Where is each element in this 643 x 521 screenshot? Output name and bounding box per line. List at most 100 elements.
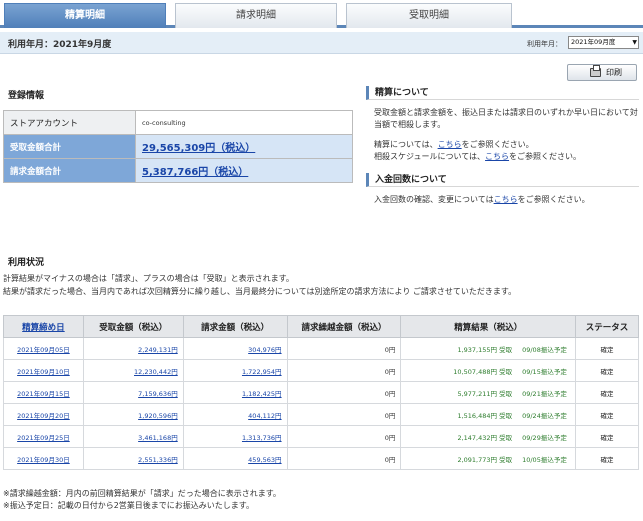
received-link[interactable]: 12,230,442円	[134, 368, 178, 376]
period-title: 利用年月：2021年9月度	[8, 40, 112, 50]
print-button[interactable]: 印刷	[567, 64, 637, 81]
billed-link[interactable]: 1,182,425円	[242, 390, 282, 398]
period-bar: 利用年月：2021年9月度 利用年月： 2021年09月度 ▼	[0, 32, 643, 54]
billed-cell: 304,976円	[182, 337, 288, 360]
status-cell: 確定	[575, 403, 639, 426]
schedule-link[interactable]: こちら	[485, 152, 509, 161]
received-cell: 7,159,636円	[82, 381, 184, 404]
period-select-label: 利用年月：	[527, 40, 562, 48]
settlement-link[interactable]: こちら	[438, 140, 462, 149]
received-link[interactable]: 1,920,596円	[138, 412, 178, 420]
billed-total-label: 請求金額合計	[3, 158, 136, 183]
table-row: 2021年09月10日 12,230,442円 1,722,954円 0円 10,507…	[3, 359, 639, 382]
closing-date-cell: 2021年09月15日	[3, 381, 84, 404]
transfer-schedule: 09/29振込予定	[522, 433, 567, 442]
billed-link[interactable]: 304,976円	[248, 346, 281, 354]
received-link[interactable]: 7,159,636円	[138, 390, 178, 398]
result-cell: 5,977,211円 受取 09/21振込予定	[400, 381, 577, 404]
result-cell: 2,091,773円 受取 10/05振込予定	[400, 447, 577, 470]
tab-billing-details[interactable]: 請求明細	[175, 3, 337, 28]
billed-link[interactable]: 1,313,736円	[242, 434, 282, 442]
settlement-ref-line: 精算については、こちらをご参照ください。	[366, 139, 639, 151]
billed-total-link[interactable]: 5,387,766円（税込）	[142, 167, 248, 178]
closing-date-link[interactable]: 2021年09月25日	[17, 434, 70, 442]
result-amount: 2,091,773円 受取	[457, 455, 513, 464]
closing-date-cell: 2021年09月10日	[3, 359, 84, 382]
result-amount: 5,977,211円 受取	[457, 389, 513, 398]
closing-date-cell: 2021年09月25日	[3, 425, 84, 448]
deposit-ref-post: をご参照ください。	[517, 195, 590, 204]
table-row: 2021年09月30日 2,551,336円 459,563円 0円 2,091,773…	[3, 447, 639, 470]
status-cell: 確定	[575, 425, 639, 448]
print-button-label: 印刷	[606, 68, 622, 77]
closing-date-link[interactable]: 2021年09月10日	[17, 368, 70, 376]
received-cell: 2,551,336円	[82, 447, 184, 470]
transfer-schedule: 09/24振込予定	[522, 411, 567, 420]
registration-table: ストアアカウント co-consulting 受取金額合計 29,565,309…	[3, 110, 353, 183]
settlement-ref-pre: 精算については、	[374, 140, 438, 149]
deposit-ref-line: 入金回数の確認、変更についてはこちらをご参照ください。	[366, 194, 639, 206]
received-link[interactable]: 2,551,336円	[138, 456, 178, 464]
tab-bar: 精算明細 請求明細 受取明細	[0, 0, 643, 28]
received-total-cell: 29,565,309円（税込）	[135, 134, 353, 159]
printer-icon	[590, 65, 601, 77]
closing-date-link[interactable]: 2021年09月20日	[17, 412, 70, 420]
billed-link[interactable]: 1,722,954円	[242, 368, 282, 376]
registration-title: 登録情報	[8, 91, 45, 101]
registration-row-billed: 請求金額合計 5,387,766円（税込）	[3, 158, 353, 183]
billed-cell: 459,563円	[182, 447, 288, 470]
col-received: 受取金額（税込）	[82, 315, 184, 338]
usage-note-1: 計算結果がマイナスの場合は「請求」、プラスの場合は「受取」と表示されます。	[3, 274, 294, 283]
col-result: 精算結果（税込）	[400, 315, 577, 338]
result-amount: 1,516,484円 受取	[457, 411, 513, 420]
received-link[interactable]: 2,249,131円	[138, 346, 178, 354]
closing-date-link[interactable]: 2021年09月15日	[17, 390, 70, 398]
settlement-ref-post: をご参照ください。	[461, 140, 534, 149]
table-row: 2021年09月05日 2,249,131円 304,976円 0円 1,937,155…	[3, 337, 639, 360]
received-cell: 3,461,168円	[82, 425, 184, 448]
col-carryover: 請求繰越金額（税込）	[286, 315, 402, 338]
deposit-link[interactable]: こちら	[494, 195, 518, 204]
account-value: co-consulting	[135, 110, 353, 135]
settlement-heading: 精算について	[366, 86, 639, 100]
carryover-cell: 0円	[286, 425, 402, 448]
received-link[interactable]: 3,461,168円	[138, 434, 178, 442]
received-total-label: 受取金額合計	[3, 134, 136, 159]
registration-row-received: 受取金額合計 29,565,309円（税込）	[3, 134, 353, 159]
billed-cell: 1,722,954円	[182, 359, 288, 382]
settlement-table: 精算締め日 受取金額（税込） 請求金額（税込） 請求繰越金額（税込） 精算結果（…	[3, 315, 639, 470]
billed-link[interactable]: 459,563円	[248, 456, 281, 464]
result-amount: 10,507,488円 受取	[453, 367, 513, 376]
schedule-ref-post: をご参照ください。	[509, 152, 582, 161]
col-status: ステータス	[575, 315, 639, 338]
usage-note-2: 結果が請求だった場合、当月内であれば次回精算分に繰り越し、当月最終分については別…	[3, 287, 517, 296]
closing-date-link[interactable]: 2021年09月05日	[17, 346, 70, 354]
table-header-row: 精算締め日 受取金額（税込） 請求金額（税込） 請求繰越金額（税込） 精算結果（…	[3, 315, 639, 338]
result-cell: 1,937,155円 受取 09/08振込予定	[400, 337, 577, 360]
deposit-ref-pre: 入金回数の確認、変更については	[374, 195, 494, 204]
deposit-heading: 入金回数について	[366, 173, 639, 187]
tab-settlement-details[interactable]: 精算明細	[4, 3, 166, 28]
received-total-link[interactable]: 29,565,309円（税込）	[142, 143, 255, 154]
received-cell: 1,920,596円	[82, 403, 184, 426]
closing-date-link[interactable]: 2021年09月30日	[17, 456, 70, 464]
period-select[interactable]: 2021年09月度 ▼	[568, 36, 639, 49]
result-cell: 10,507,488円 受取 09/15振込予定	[400, 359, 577, 382]
transfer-schedule: 10/05振込予定	[522, 455, 567, 464]
carryover-cell: 0円	[286, 337, 402, 360]
settlement-description: 受取金額と請求金額を、振込日または請求日のいずれか早い日において対当額で相殺しま…	[374, 108, 638, 129]
closing-date-cell: 2021年09月05日	[3, 337, 84, 360]
status-cell: 確定	[575, 447, 639, 470]
result-cell: 1,516,484円 受取 09/24振込予定	[400, 403, 577, 426]
col-billed: 請求金額（税込）	[182, 315, 288, 338]
col-closing-date[interactable]: 精算締め日	[3, 315, 84, 338]
received-cell: 12,230,442円	[82, 359, 184, 382]
carryover-cell: 0円	[286, 359, 402, 382]
result-amount: 1,937,155円 受取	[457, 345, 513, 354]
billed-link[interactable]: 404,112円	[248, 412, 281, 420]
tab-receipt-details[interactable]: 受取明細	[346, 3, 512, 28]
closing-date-cell: 2021年09月20日	[3, 403, 84, 426]
table-row: 2021年09月20日 1,920,596円 404,112円 0円 1,516,484…	[3, 403, 639, 426]
status-cell: 確定	[575, 359, 639, 382]
usage-title: 利用状況	[8, 258, 45, 268]
